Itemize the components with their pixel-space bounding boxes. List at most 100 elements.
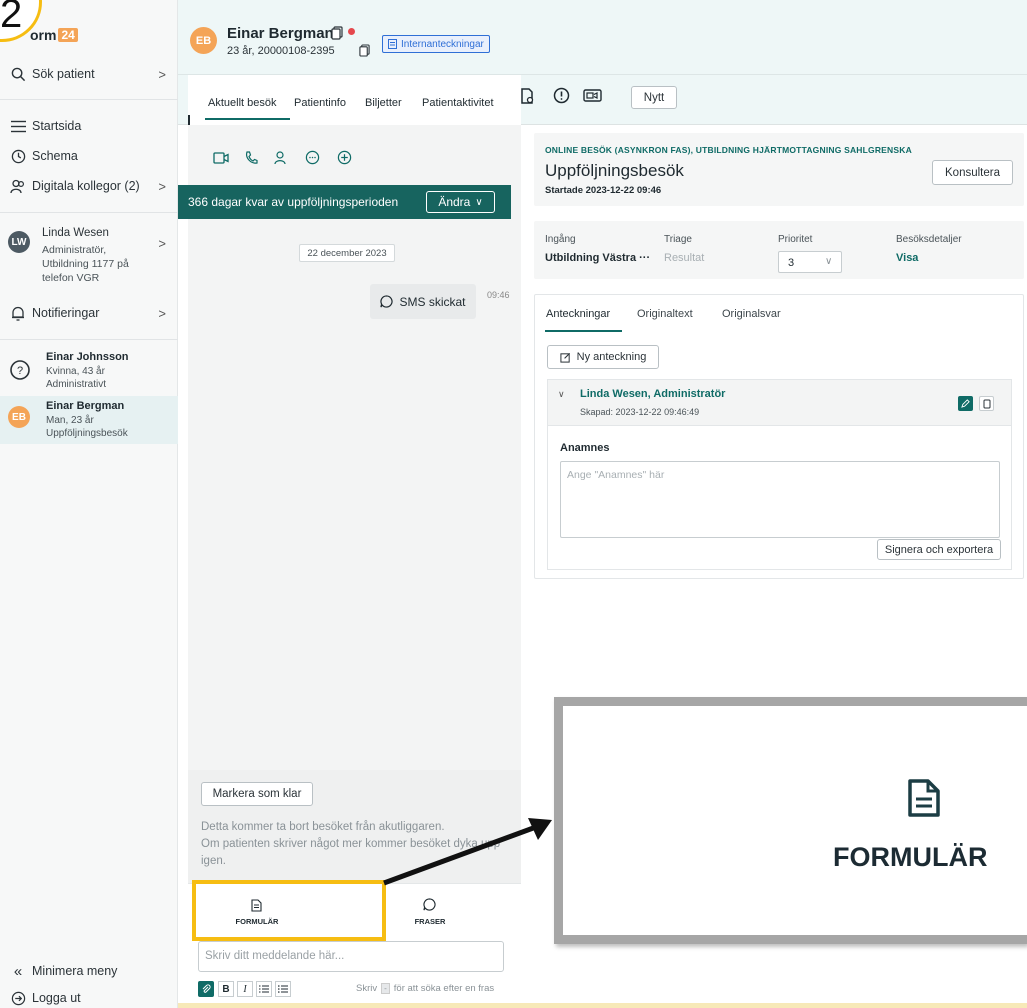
video-icon[interactable] <box>583 88 602 103</box>
note-author: Linda Wesen, Administratör <box>580 388 726 400</box>
notes-card: Anteckningar Originaltext Originalsvar N… <box>534 294 1024 579</box>
new-button[interactable]: Nytt <box>631 86 677 109</box>
tab-original-answers[interactable]: Originalsvar <box>722 308 781 320</box>
tab-patient-info[interactable]: Patientinfo <box>294 97 346 109</box>
visit-summary: ONLINE BESÖK (ASYNKRON FAS), UTBILDNING … <box>534 133 1024 206</box>
user-name: Linda Wesen <box>42 227 109 239</box>
anamnes-input[interactable]: Ange "Anamnes" här <box>560 461 1000 538</box>
patient-list-item[interactable]: ? Einar Johnsson Kvinna, 43 år Administr… <box>0 347 178 395</box>
video-call-icon[interactable] <box>213 152 229 164</box>
consult-button[interactable]: Konsultera <box>932 160 1013 185</box>
message-input[interactable]: Skriv ditt meddelande här... <box>198 941 504 972</box>
logo[interactable]: orm 24 <box>30 27 78 43</box>
document-icon[interactable] <box>520 88 534 104</box>
sidebar-item-search-patient[interactable]: Sök patient > <box>0 64 178 84</box>
hint-text: Skriv <box>356 983 378 994</box>
sidebar-item-schedule[interactable]: Schema <box>0 146 178 166</box>
alert-icon[interactable] <box>553 87 570 104</box>
follow-up-banner: 366 dagar kvar av uppföljningsperioden Ä… <box>178 185 511 219</box>
sidebar-item-notifications[interactable]: Notifieringar > <box>0 303 178 323</box>
tab-current-visit[interactable]: Aktuellt besök <box>208 97 276 109</box>
bullet-list-icon <box>278 985 288 993</box>
sms-sent-message: SMS skickat <box>370 284 476 319</box>
sms-label: SMS skickat <box>399 294 466 309</box>
internal-notes-button[interactable]: Internanteckningar <box>382 35 490 53</box>
visit-title: Uppföljningsbesök <box>545 161 684 180</box>
user-org: telefon VGR <box>42 272 100 284</box>
form-document-icon <box>907 778 941 818</box>
user-role: Administratör, <box>42 244 107 256</box>
priority-label: Prioritet <box>778 234 813 245</box>
user-org: Utbildning 1177 på <box>42 258 129 270</box>
svg-text:?: ? <box>17 365 23 377</box>
divider <box>0 339 178 340</box>
sign-export-button[interactable]: Signera och exportera <box>877 539 1001 560</box>
add-icon[interactable] <box>337 150 352 165</box>
patient-visit-type: Administrativt <box>46 379 107 390</box>
sidebar-item-label: Startsida <box>32 119 82 133</box>
sidebar-item-start-page[interactable]: Startsida <box>0 116 178 136</box>
tab-patient-activity[interactable]: Patientaktivitet <box>422 97 494 109</box>
internal-notes-label: Internanteckningar <box>401 38 484 50</box>
phone-icon[interactable] <box>244 151 258 165</box>
priority-select[interactable]: 3 ∨ <box>778 251 842 273</box>
patient-avatar: EB <box>190 27 217 54</box>
patient-name: Einar Johnsson <box>46 351 129 363</box>
tab-divider <box>188 115 190 125</box>
patient-avatar: EB <box>8 406 30 428</box>
anamnes-label: Anamnes <box>560 442 610 454</box>
new-note-button[interactable]: Ny anteckning <box>547 345 659 369</box>
details-label: Besöksdetaljer <box>896 234 962 245</box>
bottom-strip <box>178 1003 1027 1008</box>
chat-bubble-icon[interactable] <box>305 150 320 165</box>
bullet-list-button[interactable] <box>275 981 291 997</box>
chevron-down-icon: ∨ <box>558 389 565 399</box>
copy-icon[interactable] <box>359 44 370 57</box>
entry-value[interactable]: Utbildning Västra ··· <box>545 252 650 264</box>
minimize-menu-button[interactable]: « Minimera meny <box>0 961 178 981</box>
logout-button[interactable]: Logga ut <box>0 988 178 1008</box>
note-body: Anamnes Ange "Anamnes" här Signera och e… <box>547 426 1012 570</box>
anamnes-placeholder: Ange "Anamnes" här <box>567 469 665 481</box>
person-search-icon[interactable] <box>274 151 289 165</box>
clock-icon <box>10 148 26 164</box>
divider <box>0 99 178 100</box>
chevron-right-icon: > <box>158 305 166 321</box>
tab-original-text[interactable]: Originaltext <box>637 308 693 320</box>
attach-button[interactable] <box>198 981 214 997</box>
active-tab-indicator <box>205 118 290 120</box>
patient-meta: Man, 23 år <box>46 415 94 426</box>
change-label: Ändra <box>438 195 471 209</box>
mark-done-button[interactable]: Markera som klar <box>201 782 313 806</box>
details-link[interactable]: Visa <box>896 252 918 264</box>
tab-tickets[interactable]: Biljetter <box>365 97 402 109</box>
list-icon <box>10 118 26 134</box>
note-header[interactable]: ∨ Linda Wesen, Administratör Skapad: 202… <box>547 379 1012 426</box>
divider <box>0 212 178 213</box>
bold-button[interactable]: B <box>218 981 234 997</box>
note-created: Skapad: 2023-12-22 09:46:49 <box>580 407 700 417</box>
ordered-list-button[interactable] <box>256 981 272 997</box>
sidebar-item-label: Minimera meny <box>32 964 118 978</box>
user-profile[interactable]: LW Linda Wesen Administratör, Utbildning… <box>0 224 178 288</box>
info-text: igen. <box>201 855 226 867</box>
sidebar-item-digital-colleagues[interactable]: Digitala kollegor (2) > <box>0 176 178 196</box>
bold-icon: B <box>222 983 230 995</box>
priority-value: 3 <box>788 257 795 269</box>
logo-text: orm <box>30 27 57 43</box>
patient-list-item-active[interactable]: EB Einar Bergman Man, 23 år Uppföljnings… <box>0 396 178 444</box>
chat-bubble-icon <box>423 898 436 911</box>
tab-phrases[interactable]: FRASER <box>393 884 521 939</box>
copy-note-button[interactable] <box>979 396 994 411</box>
italic-button[interactable]: I <box>237 981 253 997</box>
patient-meta: Kvinna, 43 år <box>46 366 105 377</box>
copy-icon <box>983 399 991 409</box>
patient-name: Einar Bergman <box>46 400 125 412</box>
tab-notes[interactable]: Anteckningar <box>546 308 610 320</box>
chevron-down-icon: ∨ <box>825 256 833 267</box>
hint-text: för att söka efter en fras <box>393 983 495 994</box>
active-tab-indicator <box>545 330 622 332</box>
edit-note-button[interactable] <box>958 396 973 411</box>
copy-icon[interactable] <box>331 26 343 40</box>
change-button[interactable]: Ändra ∨ <box>426 191 495 213</box>
